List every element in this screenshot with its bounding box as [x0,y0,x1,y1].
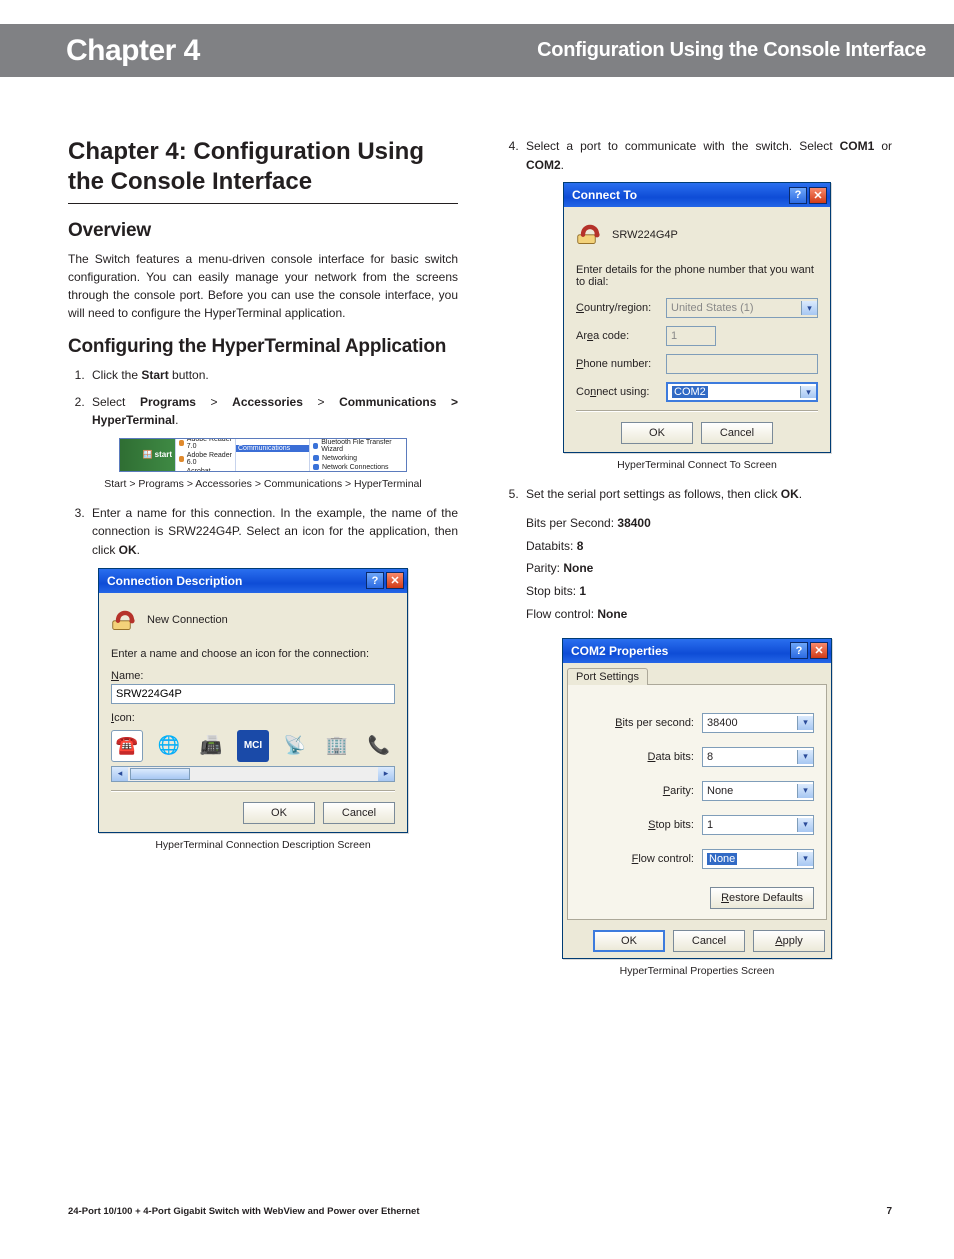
globe-icon[interactable]: 🌐 [153,730,185,762]
area-label: Area code: [576,330,666,342]
chapter-label: Chapter 4 [66,34,200,68]
start-menu-screenshot: 🪟 start All Programs Adobe Reader 7.0 Ad… [119,438,407,472]
titlebar[interactable]: COM2 Properties ? ✕ [563,639,831,663]
page-header: Chapter 4 Configuration Using the Consol… [0,24,954,77]
step-5: Set the serial port settings as follows,… [522,485,892,504]
section-heading: Chapter 4: Configuration Using the Conso… [68,137,458,197]
bps-select[interactable]: 38400▾ [702,713,814,733]
steps-list-2: Enter a name for this connection. In the… [68,504,458,560]
parity-select[interactable]: None▾ [702,781,814,801]
startshot-caption: Start > Programs > Accessories > Communi… [68,478,458,490]
cancel-button[interactable]: Cancel [323,802,395,824]
titlebar[interactable]: Connection Description ? ✕ [99,569,407,593]
config-heading: Configuring the HyperTerminal Applicatio… [68,336,458,358]
cd-caption: HyperTerminal Connection Description Scr… [68,839,458,851]
rule [68,203,458,204]
ct-caption: HyperTerminal Connect To Screen [502,459,892,471]
new-connection-label: New Connection [147,614,228,626]
dialog-title: COM2 Properties [571,644,668,658]
left-column: Chapter 4: Configuration Using the Conso… [68,137,458,991]
restore-defaults-button[interactable]: Restore Defaults [710,887,814,909]
flow-select[interactable]: None▾ [702,849,814,869]
tab-port-settings[interactable]: Port Settings [567,668,648,685]
step-3: Enter a name for this connection. In the… [88,504,458,560]
help-icon[interactable]: ? [790,642,808,659]
stopbits-select[interactable]: 1▾ [702,815,814,835]
phone-icon [111,605,139,636]
ok-button[interactable]: OK [621,422,693,444]
steps-list-r1: Select a port to communicate with the sw… [502,137,892,174]
steps-list: Click the Start button. Select Programs … [68,366,458,430]
phone-label: Phone number: [576,358,666,370]
cancel-button[interactable]: Cancel [701,422,773,444]
country-select: United States (1)▾ [666,298,818,318]
bps-label: Bits per second: [580,717,702,729]
overview-heading: Overview [68,220,458,242]
databits-select[interactable]: 8▾ [702,747,814,767]
close-icon[interactable]: ✕ [810,642,828,659]
scroll-right-icon[interactable]: ▸ [378,767,394,781]
parity-label: Parity: [580,785,702,797]
instruction-text: Enter a name and choose an icon for the … [111,648,395,660]
connection-description-dialog: Connection Description ? ✕ New Connectio… [98,568,408,833]
icon-label: Icon: [111,712,395,724]
serial-settings: Bits per Second: 38400 Databits: 8 Parit… [502,512,892,626]
cp-caption: HyperTerminal Properties Screen [502,965,892,977]
satellite-icon[interactable]: 📡 [279,730,311,762]
connection-name-input[interactable] [111,684,395,704]
scroll-left-icon[interactable]: ◂ [112,767,128,781]
connect-to-dialog: Connect To ? ✕ SRW224G4P Enter details f… [563,182,831,453]
apply-button[interactable]: Apply [753,930,825,952]
phone-icon[interactable]: ☎️ [111,730,143,762]
step-1: Click the Start button. [88,366,458,385]
area-code-input [666,326,716,346]
step-4: Select a port to communicate with the sw… [522,137,892,174]
name-label: Name: [111,670,395,682]
page-footer: 24-Port 10/100 + 4-Port Gigabit Switch w… [68,1206,892,1217]
building-icon[interactable]: 🏢 [321,730,353,762]
icon-scrollbar[interactable]: ◂ ▸ [111,766,395,782]
mci-icon[interactable]: MCI [237,730,269,762]
footer-left: 24-Port 10/100 + 4-Port Gigabit Switch w… [68,1206,420,1217]
device-name: SRW224G4P [612,229,678,241]
cancel-button[interactable]: Cancel [673,930,745,952]
page-number: 7 [886,1206,892,1217]
tab-strip: Port Settings [567,667,831,684]
steps-list-r2: Set the serial port settings as follows,… [502,485,892,504]
phone2-icon[interactable]: 📞 [363,730,395,762]
databits-label: Data bits: [580,751,702,763]
connect-using-label: Connect using: [576,386,666,398]
help-icon[interactable]: ? [366,572,384,589]
phone-icon [576,219,604,250]
country-label: Country/region: [576,302,666,314]
modem-icon[interactable]: 📠 [195,730,227,762]
dialog-title: Connection Description [107,574,242,588]
titlebar[interactable]: Connect To ? ✕ [564,183,830,207]
close-icon[interactable]: ✕ [809,187,827,204]
ok-button[interactable]: OK [243,802,315,824]
scroll-thumb[interactable] [130,768,190,780]
step-2: Select Programs > Accessories > Communic… [88,393,458,430]
dialog-title: Connect To [572,188,637,202]
connect-using-select[interactable]: COM2▾ [666,382,818,402]
com2-properties-dialog: COM2 Properties ? ✕ Port Settings Bits p… [562,638,832,959]
flow-label: Flow control: [580,853,702,865]
overview-paragraph: The Switch features a menu-driven consol… [68,250,458,322]
help-icon[interactable]: ? [789,187,807,204]
chapter-title: Configuration Using the Console Interfac… [537,39,926,62]
ok-button[interactable]: OK [593,930,665,952]
close-icon[interactable]: ✕ [386,572,404,589]
stopbits-label: Stop bits: [580,819,702,831]
icon-palette[interactable]: ☎️ 🌐 📠 MCI 📡 🏢 📞 [111,730,395,762]
phone-number-input [666,354,818,374]
right-column: Select a port to communicate with the sw… [502,137,892,991]
instruction-text: Enter details for the phone number that … [576,264,818,288]
